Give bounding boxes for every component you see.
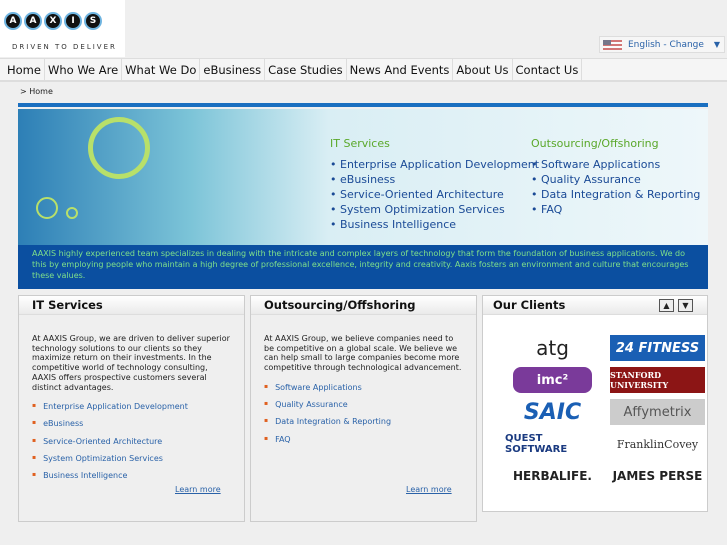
- client-logos: atg 24 FITNESS imc² STANFORD UNIVERSITY …: [483, 315, 707, 489]
- box-text: At AAXIS Group, we are driven to deliver…: [32, 334, 230, 392]
- nav-home[interactable]: Home: [4, 59, 45, 80]
- banner-link[interactable]: Data Integration & Reporting: [531, 187, 700, 202]
- client-logo-quest-software: QUEST SOFTWARE: [505, 433, 568, 455]
- banner-link[interactable]: Enterprise Application Development: [330, 157, 539, 172]
- scroll-down-icon[interactable]: ▼: [678, 299, 693, 312]
- language-selector[interactable]: English - Change ▼: [599, 36, 725, 53]
- box-title: Outsourcing/Offshoring: [251, 296, 476, 315]
- logo-letter: A: [24, 12, 42, 30]
- chevron-down-icon: ▼: [713, 40, 720, 49]
- nav-what-we-do[interactable]: What We Do: [122, 59, 201, 80]
- box-link[interactable]: Business Intelligence: [32, 467, 244, 484]
- logo-letter: A: [4, 12, 22, 30]
- hero-banner: IT Services Enterprise Application Devel…: [18, 103, 708, 289]
- scroll-up-icon[interactable]: ▲: [659, 299, 674, 312]
- logo-letter: I: [64, 12, 82, 30]
- client-logo-imc: imc²: [513, 367, 592, 393]
- logo-letter: S: [84, 12, 102, 30]
- box-link[interactable]: Data Integration & Reporting: [264, 413, 476, 430]
- banner-link[interactable]: System Optimization Services: [330, 202, 539, 217]
- client-logo-herbalife: HERBALIFE.: [513, 469, 592, 483]
- client-logo-franklincovey: FranklinCovey: [616, 437, 699, 451]
- nav-about-us[interactable]: About Us: [453, 59, 513, 80]
- language-label: English - Change: [628, 39, 704, 50]
- client-logo-atg: atg: [536, 336, 569, 360]
- decorative-ring: [36, 197, 58, 219]
- banner-col-title: Outsourcing/Offshoring: [531, 137, 659, 150]
- client-logo-24-fitness: 24 FITNESS: [610, 335, 705, 361]
- logo-letters: A A X I S: [4, 12, 102, 30]
- decorative-ring: [88, 117, 150, 179]
- box-text: At AAXIS Group, we believe companies nee…: [264, 334, 462, 373]
- box-title: IT Services: [19, 296, 244, 315]
- learn-more-link[interactable]: Learn more: [406, 485, 452, 494]
- outsourcing-box: Outsourcing/Offshoring At AAXIS Group, w…: [250, 295, 477, 522]
- banner-col-title: IT Services: [330, 137, 390, 150]
- client-logo-stanford: STANFORD UNIVERSITY: [610, 367, 705, 393]
- banner-link[interactable]: Software Applications: [531, 157, 700, 172]
- it-services-box: IT Services At AAXIS Group, we are drive…: [18, 295, 245, 522]
- box-link[interactable]: eBusiness: [32, 415, 244, 432]
- banner-description: AAXIS highly experienced team specialize…: [18, 245, 708, 289]
- box-link[interactable]: Software Applications: [264, 379, 476, 396]
- decorative-ring: [66, 207, 78, 219]
- us-flag-icon: [603, 39, 622, 50]
- nav-contact-us[interactable]: Contact Us: [513, 59, 583, 80]
- box-link[interactable]: System Optimization Services: [32, 450, 244, 467]
- nav-ebusiness[interactable]: eBusiness: [200, 59, 266, 80]
- aaxis-logo[interactable]: A A X I S DRIVEN TO DELIVER: [0, 0, 125, 57]
- nav-who-we-are[interactable]: Who We Are: [45, 59, 123, 80]
- our-clients-box: Our Clients ▲ ▼ atg 24 FITNESS imc² STAN…: [482, 295, 708, 512]
- box-link[interactable]: Enterprise Application Development: [32, 398, 244, 415]
- banner-link[interactable]: Quality Assurance: [531, 172, 700, 187]
- client-logo-affymetrix: Affymetrix: [610, 399, 705, 425]
- banner-link[interactable]: eBusiness: [330, 172, 539, 187]
- logo-letter: X: [44, 12, 62, 30]
- client-logo-saic: SAIC: [523, 399, 582, 425]
- nav-news-and-events[interactable]: News And Events: [347, 59, 454, 80]
- box-link[interactable]: Quality Assurance: [264, 396, 476, 413]
- nav-case-studies[interactable]: Case Studies: [265, 59, 347, 80]
- learn-more-link[interactable]: Learn more: [175, 485, 221, 494]
- banner-it-services: IT Services Enterprise Application Devel…: [330, 137, 539, 232]
- main-nav: Home Who We Are What We Do eBusiness Cas…: [0, 58, 727, 82]
- client-logo-james-perse: JAMES PERSE: [612, 469, 703, 483]
- box-link[interactable]: Service-Oriented Architecture: [32, 433, 244, 450]
- banner-link[interactable]: FAQ: [531, 202, 700, 217]
- logo-tagline: DRIVEN TO DELIVER: [12, 43, 117, 51]
- breadcrumb[interactable]: > Home: [20, 87, 53, 96]
- banner-link[interactable]: Business Intelligence: [330, 217, 539, 232]
- banner-link[interactable]: Service-Oriented Architecture: [330, 187, 539, 202]
- box-link[interactable]: FAQ: [264, 431, 476, 448]
- banner-outsourcing: Outsourcing/Offshoring Software Applicat…: [531, 137, 700, 217]
